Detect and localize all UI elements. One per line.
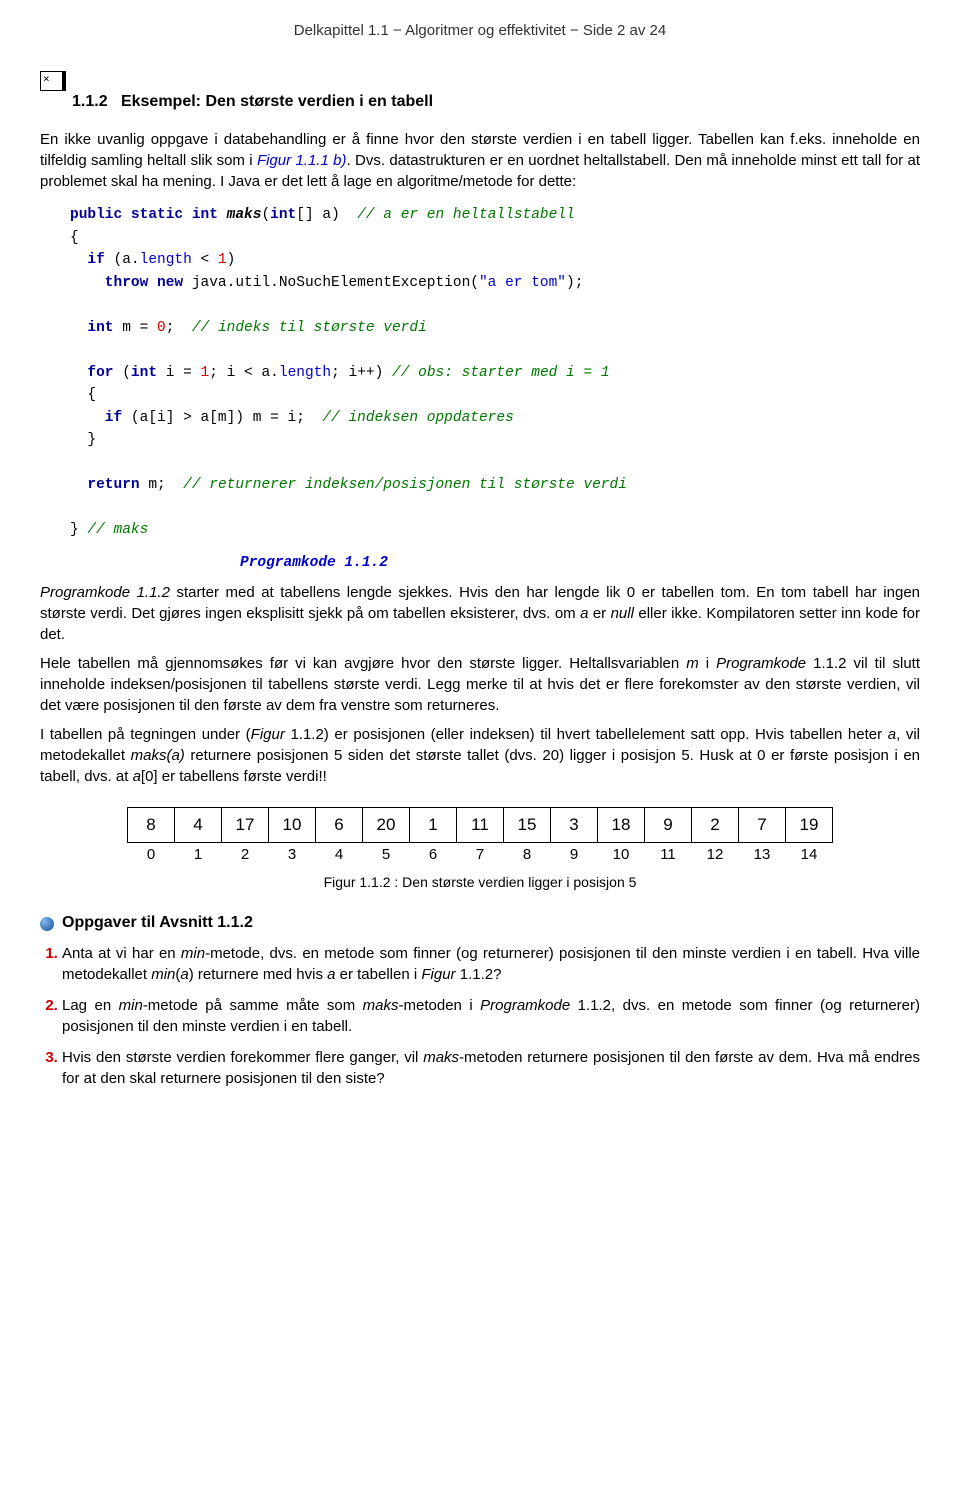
array-index-row: 0 1 2 3 4 5 6 7 8 9 10 11 12 13 14: [128, 842, 833, 867]
array-cell: 20: [363, 807, 410, 842]
paragraph-2: Programkode 1.1.2 starter med at tabelle…: [40, 582, 920, 645]
array-index: 10: [598, 842, 645, 867]
chapter-label: Delkapittel 1.1: [294, 22, 389, 39]
array-cell: 8: [128, 807, 175, 842]
array-cell: 3: [551, 807, 598, 842]
tasks-header: Oppgaver til Avsnitt 1.1.2: [40, 912, 920, 934]
page-number: Side 2 av 24: [583, 22, 666, 39]
code-box-icon: [40, 71, 64, 91]
array-index: 8: [504, 842, 551, 867]
array-index: 14: [786, 842, 833, 867]
array-cell: 17: [222, 807, 269, 842]
figure-caption: Figur 1.1.2 : Den største verdien ligger…: [40, 873, 920, 893]
array-index: 2: [222, 842, 269, 867]
task-item-1: Anta at vi har en min-metode, dvs. en me…: [62, 943, 920, 985]
array-cell: 10: [269, 807, 316, 842]
array-index: 11: [645, 842, 692, 867]
code-block-maks: public static int maks(int[] a) // a er …: [70, 204, 920, 541]
section-heading: 1.1.2 Eksempel: Den største verdien i en…: [40, 71, 920, 121]
array-cell: 6: [316, 807, 363, 842]
tasks-header-text: Oppgaver til Avsnitt 1.1.2: [62, 912, 253, 934]
task-list: Anta at vi har en min-metode, dvs. en me…: [40, 943, 920, 1089]
array-values-row: 8 4 17 10 6 20 1 11 15 3 18 9 2 7 19: [128, 807, 833, 842]
page-header: Delkapittel 1.1 − Algoritmer og effektiv…: [40, 20, 920, 41]
paragraph-4: I tabellen på tegningen under (Figur 1.1…: [40, 724, 920, 787]
paragraph-3: Hele tabellen må gjennomsøkes før vi kan…: [40, 653, 920, 716]
task-item-2: Lag en min-metode på samme måte som maks…: [62, 995, 920, 1037]
section-title-text: Eksempel: Den største verdien i en tabel…: [121, 93, 433, 110]
bullet-icon: [40, 917, 54, 931]
array-index: 7: [457, 842, 504, 867]
array-figure: 8 4 17 10 6 20 1 11 15 3 18 9 2 7 19 0 1…: [127, 807, 833, 867]
array-cell: 11: [457, 807, 504, 842]
array-index: 3: [269, 842, 316, 867]
code-caption: Programkode 1.1.2: [240, 553, 920, 573]
array-cell: 9: [645, 807, 692, 842]
array-index: 0: [128, 842, 175, 867]
array-cell: 18: [598, 807, 645, 842]
array-cell: 7: [739, 807, 786, 842]
array-cell: 19: [786, 807, 833, 842]
array-index: 6: [410, 842, 457, 867]
paragraph-intro: En ikke uvanlig oppgave i databehandling…: [40, 129, 920, 192]
array-index: 9: [551, 842, 598, 867]
array-index: 1: [175, 842, 222, 867]
array-index: 4: [316, 842, 363, 867]
section-number: 1.1.2: [72, 93, 108, 110]
array-index: 5: [363, 842, 410, 867]
array-index: 12: [692, 842, 739, 867]
task-item-3: Hvis den største verdien forekommer fler…: [62, 1047, 920, 1089]
array-cell: 15: [504, 807, 551, 842]
array-cell: 1: [410, 807, 457, 842]
topic-label: Algoritmer og effektivitet: [405, 22, 566, 39]
figure-ref-1-1-1b: Figur 1.1.1 b): [257, 152, 347, 169]
array-index: 13: [739, 842, 786, 867]
array-cell: 2: [692, 807, 739, 842]
array-cell: 4: [175, 807, 222, 842]
